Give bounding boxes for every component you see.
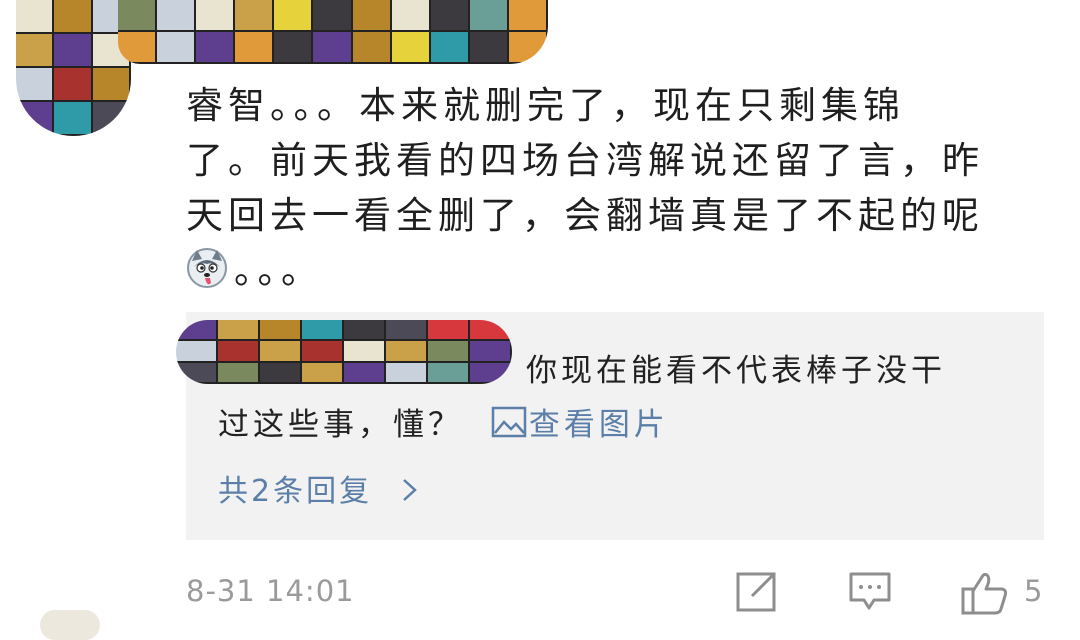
next-avatar-partial bbox=[40, 610, 100, 640]
mosaic-tile bbox=[300, 320, 344, 342]
mosaic-tile bbox=[384, 320, 428, 342]
mosaic-tile bbox=[176, 339, 218, 363]
comment-line: 天回去一看全删了，会翻墙真是了不起的呢 bbox=[186, 194, 984, 237]
mosaic-tile bbox=[311, 30, 353, 64]
reply-body: 你现在能看不代表棒子没干 过这些事，懂？ 查看图片 bbox=[218, 344, 1028, 452]
mosaic-tile bbox=[506, 0, 548, 32]
reply-line: 过这些事，懂？ 查看图片 bbox=[218, 398, 1028, 452]
like-count: 5 bbox=[1024, 574, 1043, 608]
view-image-link[interactable]: 查看图片 bbox=[491, 406, 669, 443]
reply-line-text: 你现在能看不代表棒子没干 bbox=[526, 353, 946, 389]
mosaic-tile bbox=[233, 0, 275, 32]
mosaic-tile bbox=[194, 0, 236, 32]
mosaic-tile bbox=[272, 30, 314, 64]
avatar[interactable] bbox=[16, 0, 131, 136]
mosaic-tile bbox=[16, 0, 55, 34]
comment-line: 睿智。。。本来就删完了，现在只剩集锦 bbox=[186, 84, 905, 127]
mosaic-tile bbox=[16, 66, 55, 102]
mosaic-tile bbox=[428, 0, 470, 32]
mosaic-tile bbox=[350, 0, 392, 32]
mosaic-tile bbox=[16, 32, 55, 68]
total-replies-link[interactable]: 共2条回复 bbox=[218, 466, 420, 510]
comment-line: 了。前天我看的四场台湾解说还留了言，昨 bbox=[186, 139, 984, 182]
comment-tail-text: 。。。 bbox=[234, 249, 323, 292]
thumbs-up-icon bbox=[961, 572, 1008, 615]
comment-button[interactable] bbox=[848, 570, 892, 618]
mosaic-tile bbox=[426, 320, 470, 342]
image-icon bbox=[491, 406, 527, 438]
username-redacted[interactable] bbox=[118, 0, 548, 64]
view-image-label: 查看图片 bbox=[528, 407, 669, 443]
reply-line: 你现在能看不代表棒子没干 bbox=[218, 344, 1028, 398]
mosaic-tile bbox=[258, 320, 302, 342]
mosaic-tile bbox=[52, 0, 93, 34]
mosaic-tile bbox=[52, 66, 93, 102]
mosaic-tile bbox=[90, 100, 131, 136]
mosaic-tile bbox=[90, 66, 131, 102]
mosaic-tile bbox=[467, 30, 509, 64]
mosaic-tile bbox=[389, 30, 431, 64]
mosaic-tile bbox=[428, 30, 470, 64]
like-button[interactable] bbox=[960, 570, 1010, 620]
mosaic-tile bbox=[16, 100, 55, 136]
mosaic-tile bbox=[52, 32, 93, 68]
mosaic-tile bbox=[176, 320, 218, 342]
mosaic-tile bbox=[52, 100, 93, 136]
comment-line-tail: 。。。 bbox=[186, 243, 1066, 298]
mosaic-tile bbox=[468, 320, 512, 342]
mosaic-tile bbox=[194, 30, 236, 64]
reply-line-text: 过这些事，懂？ bbox=[218, 407, 463, 443]
mosaic-tile bbox=[467, 0, 509, 32]
mosaic-tile bbox=[506, 30, 548, 64]
mosaic-tile bbox=[311, 0, 353, 32]
share-icon bbox=[736, 572, 776, 612]
share-button[interactable] bbox=[734, 570, 778, 618]
chevron-right-icon bbox=[403, 479, 417, 501]
mosaic-tile bbox=[389, 0, 431, 32]
mosaic-tile bbox=[176, 360, 218, 384]
comment-icon bbox=[849, 572, 891, 610]
mosaic-tile bbox=[233, 30, 275, 64]
husky-dog-emoji-icon bbox=[187, 248, 227, 288]
mosaic-tile bbox=[155, 30, 197, 64]
mosaic-tile bbox=[216, 320, 260, 342]
mosaic-tile bbox=[118, 0, 158, 32]
comment-body: 睿智。。。本来就删完了，现在只剩集锦 了。前天我看的四场台湾解说还留了言，昨 天… bbox=[186, 78, 1066, 298]
total-replies-label: 共2条回复 bbox=[218, 474, 373, 509]
mosaic-tile bbox=[155, 0, 197, 32]
comment-timestamp: 8-31 14:01 bbox=[186, 574, 355, 608]
mosaic-tile bbox=[342, 320, 386, 342]
mosaic-tile bbox=[118, 30, 158, 64]
mosaic-tile bbox=[350, 30, 392, 64]
mosaic-tile bbox=[272, 0, 314, 32]
